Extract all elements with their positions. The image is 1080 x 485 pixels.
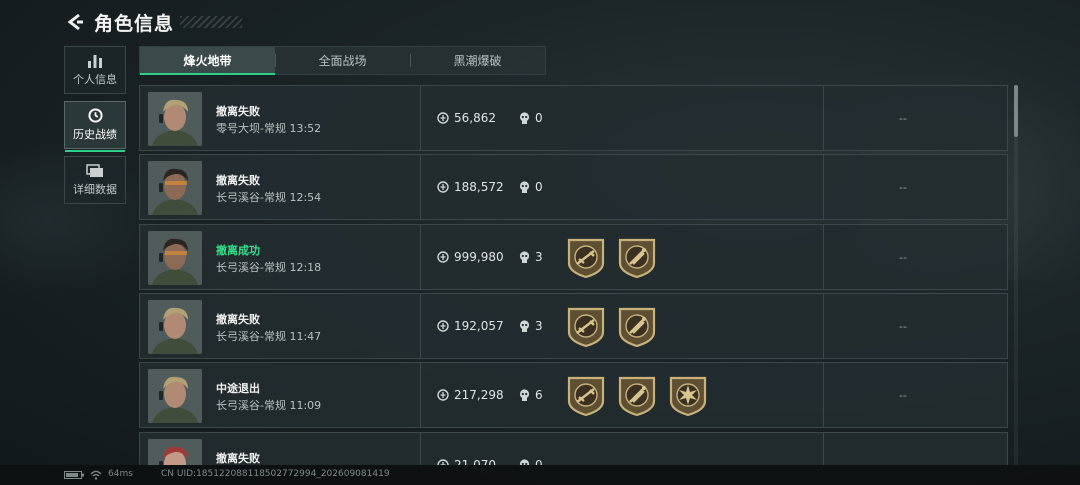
map-and-time: 长弓溪谷-常规 12:18 [216, 261, 322, 274]
rifle-badge-icon[interactable] [566, 237, 606, 279]
row-divider [823, 155, 824, 219]
kill-count: 3 [535, 250, 543, 264]
sidebar-item-personal-info[interactable]: 个人信息 [64, 46, 126, 94]
value-icon [437, 112, 449, 124]
extra-stat: -- [899, 320, 907, 333]
skull-icon [519, 389, 530, 401]
operator-avatar [148, 300, 202, 354]
row-divider [420, 225, 421, 289]
row-divider [823, 363, 824, 427]
tab-haavk[interactable]: 烽火地带 [140, 47, 275, 75]
operator-avatar [148, 439, 202, 465]
tab-full-battlefield[interactable]: 全面战场 [275, 47, 410, 74]
match-row[interactable]: 撤离失败长弓溪谷-常规 11:47 192,057 3 -- [139, 293, 1008, 359]
match-row[interactable]: 撤离失败长弓溪谷-常规 12:54 188,572 0 -- [139, 154, 1008, 220]
ammo-badge-icon[interactable] [617, 375, 657, 417]
sidebar-item-label: 历史战绩 [73, 128, 117, 141]
map-and-time: 零号大坝-常规 13:52 [216, 122, 322, 135]
value-icon [437, 181, 449, 193]
match-row[interactable]: 中途退出长弓溪谷-常规 11:09 217,298 6 -- [139, 362, 1008, 428]
haavk-value: 21,070 [454, 458, 496, 465]
operator-avatar [148, 369, 202, 423]
medal-list [566, 375, 708, 417]
uid-text: CN UID:185122088118502772994_20260908141… [161, 469, 390, 479]
ammo-badge-icon[interactable] [617, 237, 657, 279]
sidebar-item-detailed-data[interactable]: 详细数据 [64, 156, 126, 204]
row-divider [823, 294, 824, 358]
title-decoration [180, 16, 243, 28]
tab-black-tide[interactable]: 黑潮爆破 [410, 47, 545, 74]
extraction-result: 撤离失败 [216, 105, 260, 118]
ammo-badge-icon[interactable] [617, 306, 657, 348]
battery-icon [64, 471, 84, 479]
page-header: 角色信息 [64, 8, 243, 36]
mode-tabs: 烽火地带 全面战场 黑潮爆破 [139, 46, 546, 75]
kill-count: 6 [535, 388, 543, 402]
sidebar-item-label: 详细数据 [73, 182, 117, 196]
extraction-result: 撤离失败 [216, 313, 260, 326]
status-bar: 64ms CN UID:185122088118502772994_202609… [0, 465, 1080, 485]
clock-icon [87, 108, 103, 123]
extra-stat: -- [899, 251, 907, 264]
operator-avatar [148, 231, 202, 285]
row-divider [823, 433, 824, 465]
haavk-value: 217,298 [454, 388, 504, 402]
cards-icon [86, 163, 103, 177]
map-and-time: 长弓溪谷-常规 11:47 [216, 330, 322, 343]
value-icon [437, 320, 449, 332]
haavk-value: 192,057 [454, 319, 504, 333]
rifle-badge-icon[interactable] [566, 306, 606, 348]
bar-chart-icon [88, 55, 102, 68]
sidebar-item-history[interactable]: 历史战绩 [64, 101, 126, 152]
page-title: 角色信息 [94, 12, 175, 35]
medal-list [566, 237, 657, 279]
operator-avatar [148, 92, 202, 146]
rifle-badge-icon[interactable] [566, 375, 606, 417]
extraction-result: 中途退出 [216, 382, 260, 395]
kill-count: 3 [535, 319, 543, 333]
extraction-result: 撤离成功 [216, 244, 260, 257]
haavk-value: 188,572 [454, 180, 504, 194]
sidebar-item-label: 个人信息 [73, 73, 117, 86]
kill-count: 0 [535, 458, 543, 465]
scrollbar-thumb[interactable] [1014, 85, 1018, 137]
map-and-time: 长弓溪谷-常规 11:09 [216, 399, 322, 412]
skull-icon [519, 320, 530, 332]
row-divider [420, 363, 421, 427]
extraction-result: 撤离失败 [216, 452, 260, 465]
skull-icon [519, 251, 530, 263]
match-row[interactable]: 撤离失败 21,070 0 [139, 432, 1008, 465]
extra-stat: -- [899, 112, 907, 125]
value-icon [437, 389, 449, 401]
burst-badge-icon[interactable] [668, 375, 708, 417]
extra-stat: -- [899, 389, 907, 402]
back-arrow-icon[interactable] [64, 11, 86, 33]
match-history-list[interactable]: 撤离失败 零号大坝-常规 13:52 56,862 0 -- 撤离失败 长弓溪谷-常规 12… [139, 85, 1009, 465]
kill-count: 0 [535, 111, 543, 125]
operator-avatar [148, 161, 202, 215]
haavk-value: 999,980 [454, 250, 504, 264]
skull-icon [519, 112, 530, 124]
row-divider [420, 433, 421, 465]
extra-stat: -- [899, 181, 907, 194]
wifi-icon [90, 470, 102, 480]
medal-list [566, 306, 657, 348]
scrollbar-track[interactable] [1014, 85, 1018, 465]
extraction-result: 撤离失败 [216, 174, 260, 187]
value-icon [437, 251, 449, 263]
row-divider [823, 225, 824, 289]
row-divider [823, 86, 824, 150]
haavk-value: 56,862 [454, 111, 496, 125]
ping-text: 64ms [108, 469, 133, 479]
match-row[interactable]: 撤离失败零号大坝-常规 13:52 56,862 0 -- [139, 85, 1008, 151]
row-divider [420, 155, 421, 219]
row-divider [420, 294, 421, 358]
skull-icon [519, 181, 530, 193]
kill-count: 0 [535, 180, 543, 194]
row-divider [420, 86, 421, 150]
map-and-time: 长弓溪谷-常规 12:54 [216, 191, 322, 204]
match-row[interactable]: 撤离成功长弓溪谷-常规 12:18 999,980 3 -- [139, 224, 1008, 290]
